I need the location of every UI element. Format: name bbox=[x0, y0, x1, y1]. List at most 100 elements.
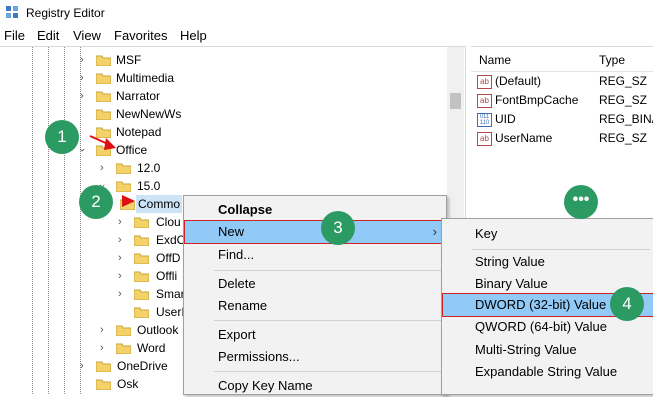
menu-separator bbox=[214, 371, 442, 372]
value-name: (Default) bbox=[495, 74, 542, 88]
value-name: UID bbox=[495, 112, 516, 126]
menu-item-label: Permissions... bbox=[218, 349, 300, 364]
chevron-right-icon: › bbox=[432, 224, 437, 239]
value-row-fontbmpcache[interactable]: ab FontBmpCache REG_SZ bbox=[477, 91, 647, 110]
tree-node-label: Clou bbox=[156, 215, 181, 229]
menu-item-delete[interactable]: Delete bbox=[185, 273, 445, 295]
folder-icon bbox=[96, 91, 111, 102]
tree-node-label: Office bbox=[116, 143, 148, 157]
tree-node-label: 12.0 bbox=[137, 161, 161, 175]
chevron-right-icon[interactable]: › bbox=[100, 159, 104, 177]
column-header-name[interactable]: Name bbox=[479, 53, 511, 67]
registry-editor-icon bbox=[6, 6, 18, 18]
tree-guide-line bbox=[48, 47, 49, 394]
menu-item-label: Key bbox=[475, 226, 498, 241]
folder-icon bbox=[134, 289, 149, 300]
folder-icon bbox=[96, 109, 111, 120]
arrow-annotation-1 bbox=[89, 135, 116, 150]
chevron-right-icon[interactable]: › bbox=[118, 285, 122, 303]
tree-node-label: Outlook bbox=[137, 323, 179, 337]
menu-item-label: Rename bbox=[218, 298, 268, 313]
chevron-right-icon[interactable]: › bbox=[100, 339, 104, 357]
value-type: REG_SZ bbox=[599, 131, 648, 145]
submenu-item-key[interactable]: Key bbox=[443, 223, 653, 245]
menu-view[interactable]: View bbox=[73, 28, 101, 43]
menu-item-label: DWORD (32-bit) Value bbox=[475, 297, 607, 312]
chevron-right-icon[interactable]: › bbox=[80, 69, 84, 87]
folder-icon bbox=[116, 181, 131, 192]
menu-item-label: Export bbox=[218, 327, 256, 342]
folder-icon bbox=[116, 163, 131, 174]
menu-favorites[interactable]: Favorites bbox=[114, 28, 167, 43]
menu-file[interactable]: File bbox=[4, 28, 25, 43]
menu-item-permissions[interactable]: Permissions... bbox=[185, 346, 445, 368]
folder-icon bbox=[96, 55, 111, 66]
menu-bar: File Edit View Favorites Help bbox=[0, 26, 653, 46]
menu-item-collapse[interactable]: Collapse bbox=[185, 199, 445, 221]
value-name: FontBmpCache bbox=[495, 93, 579, 107]
chevron-right-icon[interactable]: › bbox=[100, 321, 104, 339]
tree-node-label: OffD bbox=[156, 251, 181, 265]
chevron-right-icon[interactable]: › bbox=[118, 231, 122, 249]
value-name: UserName bbox=[495, 131, 553, 145]
menu-help[interactable]: Help bbox=[180, 28, 207, 43]
tree-node-label: ExdC bbox=[156, 233, 186, 247]
value-row-username[interactable]: ab UserName REG_SZ bbox=[477, 129, 647, 148]
submenu-item-multi-string-value[interactable]: Multi-String Value bbox=[443, 339, 653, 361]
chevron-right-icon[interactable]: › bbox=[80, 357, 84, 375]
more-options-icon[interactable]: ••• bbox=[564, 185, 598, 219]
folder-icon bbox=[134, 217, 149, 228]
tree-node-label: Multimedia bbox=[116, 71, 175, 85]
window-title: Registry Editor bbox=[26, 6, 105, 20]
scrollbar-thumb[interactable] bbox=[450, 93, 461, 109]
tree-node-label: Commo bbox=[136, 195, 183, 213]
menu-item-export[interactable]: Export bbox=[185, 324, 445, 346]
title-bar: Registry Editor bbox=[0, 0, 653, 26]
step-badge-1: 1 bbox=[45, 120, 79, 154]
value-type: REG_SZ bbox=[599, 74, 648, 88]
context-menu: Collapse New › Find... Delete Rename Exp… bbox=[183, 195, 447, 395]
submenu-item-string-value[interactable]: String Value bbox=[443, 251, 653, 273]
folder-icon bbox=[96, 73, 111, 84]
menu-item-label: String Value bbox=[475, 254, 545, 269]
tree-node-label: Osk bbox=[117, 377, 139, 391]
chevron-right-icon[interactable]: › bbox=[80, 87, 84, 105]
menu-item-copy-key-name[interactable]: Copy Key Name bbox=[185, 375, 445, 397]
column-header-type[interactable]: Type bbox=[599, 53, 625, 67]
step-badge-3: 3 bbox=[321, 211, 355, 245]
menu-item-label: New bbox=[218, 224, 245, 239]
tree-node-label: MSF bbox=[116, 53, 142, 67]
value-type: REG_BINA bbox=[599, 112, 653, 126]
folder-icon bbox=[116, 325, 131, 336]
tree-guide-line bbox=[32, 47, 33, 394]
menu-item-label: Expandable String Value bbox=[475, 364, 618, 379]
menu-edit[interactable]: Edit bbox=[37, 28, 59, 43]
tree-node-label: NewNewWs bbox=[116, 107, 182, 121]
submenu-item-expandable-string-value[interactable]: Expandable String Value bbox=[443, 361, 653, 383]
tree-node-label: 15.0 bbox=[137, 179, 161, 193]
chevron-right-icon[interactable]: › bbox=[80, 51, 84, 69]
menu-item-find[interactable]: Find... bbox=[185, 244, 445, 266]
menu-separator bbox=[214, 320, 442, 321]
menu-item-label: Collapse bbox=[218, 202, 273, 217]
tree-node-label: Notepad bbox=[116, 125, 162, 139]
values-header: Name Type bbox=[471, 47, 653, 72]
menu-separator bbox=[214, 270, 442, 271]
value-row-uid[interactable]: 011110UID REG_BINA bbox=[477, 110, 653, 129]
string-value-icon: ab bbox=[477, 93, 492, 108]
value-row-default[interactable]: ab (Default) REG_SZ bbox=[477, 72, 647, 91]
menu-item-label: QWORD (64-bit) Value bbox=[475, 319, 607, 334]
step-badge-2: 2 bbox=[79, 185, 113, 219]
arrow-annotation-2 bbox=[122, 195, 135, 207]
chevron-right-icon[interactable]: › bbox=[118, 249, 122, 267]
chevron-right-icon[interactable]: › bbox=[118, 267, 122, 285]
menu-item-rename[interactable]: Rename bbox=[185, 295, 445, 317]
folder-icon bbox=[134, 271, 149, 282]
chevron-right-icon[interactable]: › bbox=[118, 213, 122, 231]
folder-icon bbox=[116, 343, 131, 354]
menu-item-new[interactable]: New › bbox=[184, 220, 446, 244]
tree-node-label: Narrator bbox=[116, 89, 161, 103]
folder-icon bbox=[96, 361, 111, 372]
folder-icon bbox=[134, 307, 149, 318]
folder-icon bbox=[134, 235, 149, 246]
